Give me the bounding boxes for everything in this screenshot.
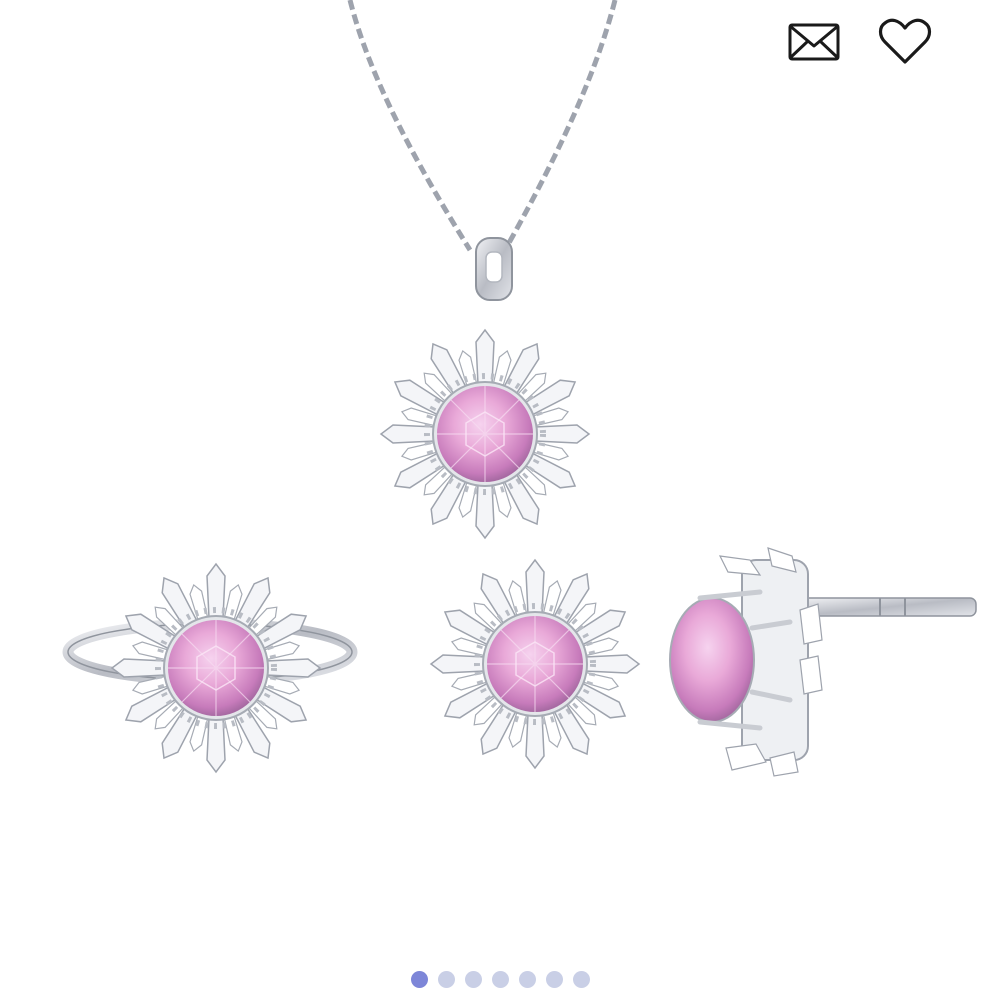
mail-icon [788, 23, 840, 61]
carousel-dot[interactable] [410, 970, 428, 988]
carousel-dot[interactable] [491, 970, 509, 988]
product-image [62, 0, 977, 777]
carousel-pagination [0, 968, 1000, 990]
heart-icon [878, 18, 932, 64]
favorite-button[interactable] [875, 14, 935, 70]
carousel-dot[interactable] [545, 970, 563, 988]
carousel-dot[interactable] [437, 970, 455, 988]
carousel-dot[interactable] [518, 970, 536, 988]
carousel-dot[interactable] [464, 970, 482, 988]
product-gallery[interactable] [0, 0, 1000, 998]
carousel-dot[interactable] [572, 970, 590, 988]
share-email-button[interactable] [784, 14, 844, 70]
